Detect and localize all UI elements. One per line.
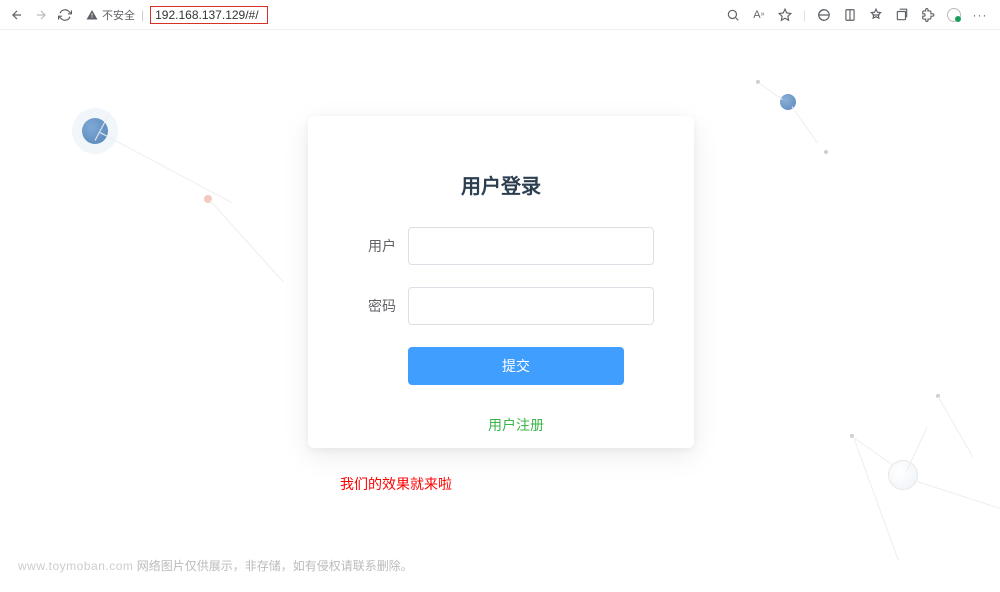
footer-watermark: www.toymoban.com 网络图片仅供展示，非存储，如有侵权请联系删除。	[18, 557, 413, 574]
zoom-icon[interactable]	[725, 7, 741, 23]
bg-line	[914, 480, 1000, 509]
read-aloud-icon[interactable]: A»	[751, 7, 767, 23]
insecure-label: 不安全	[102, 7, 135, 23]
forward-button[interactable]	[32, 6, 50, 24]
book-icon[interactable]	[842, 7, 858, 23]
reload-button[interactable]	[56, 6, 74, 24]
url-text[interactable]: 192.168.137.129/#/	[150, 6, 267, 24]
login-title: 用户登录	[348, 170, 654, 199]
bg-line	[854, 438, 899, 561]
footer-domain: www.toymoban.com	[18, 559, 133, 573]
shield-icon[interactable]	[816, 7, 832, 23]
bg-line	[210, 200, 284, 282]
insecure-indicator: 不安全	[86, 7, 135, 23]
bg-line	[100, 132, 233, 203]
profile-icon[interactable]	[946, 7, 962, 23]
address-divider: |	[141, 8, 144, 22]
user-row: 用户	[348, 227, 654, 265]
browser-toolbar: 不安全 | 192.168.137.129/#/ A» | ···	[0, 0, 1000, 30]
bg-line	[906, 427, 928, 473]
toolbar-separator: |	[803, 8, 806, 22]
collections-icon[interactable]	[894, 7, 910, 23]
extensions-icon[interactable]	[920, 7, 936, 23]
bg-line	[938, 396, 974, 457]
favorites-icon[interactable]	[868, 7, 884, 23]
user-input[interactable]	[408, 227, 654, 265]
bg-dot	[824, 150, 828, 154]
bg-line	[792, 106, 819, 143]
password-input[interactable]	[408, 287, 654, 325]
toolbar-right: A» | ···	[725, 7, 992, 23]
password-row: 密码	[348, 287, 654, 325]
address-bar[interactable]: 不安全 | 192.168.137.129/#/	[86, 6, 268, 24]
footer-note: 网络图片仅供展示，非存储，如有侵权请联系删除。	[137, 559, 413, 573]
register-link[interactable]: 用户注册	[408, 415, 624, 435]
user-label: 用户	[348, 236, 408, 256]
star-icon[interactable]	[777, 7, 793, 23]
back-button[interactable]	[8, 6, 26, 24]
password-label: 密码	[348, 296, 408, 316]
login-card: 用户登录 用户 密码 提交 用户注册	[308, 116, 694, 448]
more-icon[interactable]: ···	[972, 7, 988, 23]
bg-line	[758, 82, 783, 100]
result-caption: 我们的效果就来啦	[340, 474, 452, 494]
submit-button[interactable]: 提交	[408, 347, 624, 385]
actions: 提交 用户注册	[348, 347, 654, 435]
